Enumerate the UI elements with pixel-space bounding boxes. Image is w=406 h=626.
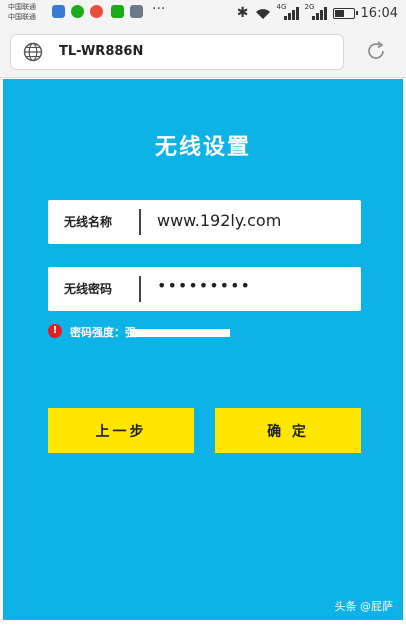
carrier-line-1: 中国联通 <box>8 3 36 11</box>
message-notification-icon <box>111 5 124 18</box>
qq-notification-icon <box>90 5 103 18</box>
gallery-notification-icon <box>52 5 65 18</box>
wifi-icon <box>255 8 270 19</box>
page-title: 无线设置 <box>154 134 251 160</box>
field-divider <box>139 209 141 235</box>
address-bar[interactable]: TL-WR886N <box>10 34 344 70</box>
password-strength-bar <box>130 329 230 337</box>
password-label: 无线密码 <box>64 282 113 296</box>
warning-icon: ! <box>48 324 62 338</box>
ssid-input[interactable]: www.192ly.com <box>157 211 281 230</box>
more-notifications-icon: ··· <box>152 1 166 17</box>
bluetooth-icon: ✱ <box>236 5 249 21</box>
globe-icon <box>23 42 43 62</box>
clock: 16:04 <box>360 5 398 21</box>
url-text: TL-WR886N <box>59 44 144 59</box>
ssid-field[interactable]: 无线名称 www.192ly.com <box>48 200 361 244</box>
browser-toolbar: TL-WR886N <box>0 26 406 78</box>
wireless-settings-panel: 无线设置 无线名称 www.192ly.com 无线密码 ••••••••• !… <box>3 79 403 620</box>
password-strength-text: 密码强度：强 <box>70 326 136 339</box>
status-bar: 中国联通 中国联通 ··· ✱ 4G 2G 16:04 <box>0 0 406 26</box>
password-field[interactable]: 无线密码 ••••••••• <box>48 267 361 311</box>
wechat-notification-icon <box>71 5 84 18</box>
watermark: 头条 @屁萨 <box>334 600 394 613</box>
screenshot-notification-icon <box>130 5 143 18</box>
signal-4g-icon: 4G <box>277 3 299 21</box>
signal-2g-icon: 2G <box>305 3 327 21</box>
carrier-line-2: 中国联通 <box>8 13 36 21</box>
reload-icon[interactable] <box>364 39 388 63</box>
ssid-label: 无线名称 <box>64 215 113 229</box>
battery-icon <box>332 7 358 19</box>
password-input[interactable]: ••••••••• <box>157 276 251 295</box>
confirm-button[interactable]: 确 定 <box>215 408 361 453</box>
previous-step-button[interactable]: 上一步 <box>48 408 194 453</box>
carrier-label: 中国联通 中国联通 <box>8 2 36 22</box>
field-divider <box>139 276 141 302</box>
